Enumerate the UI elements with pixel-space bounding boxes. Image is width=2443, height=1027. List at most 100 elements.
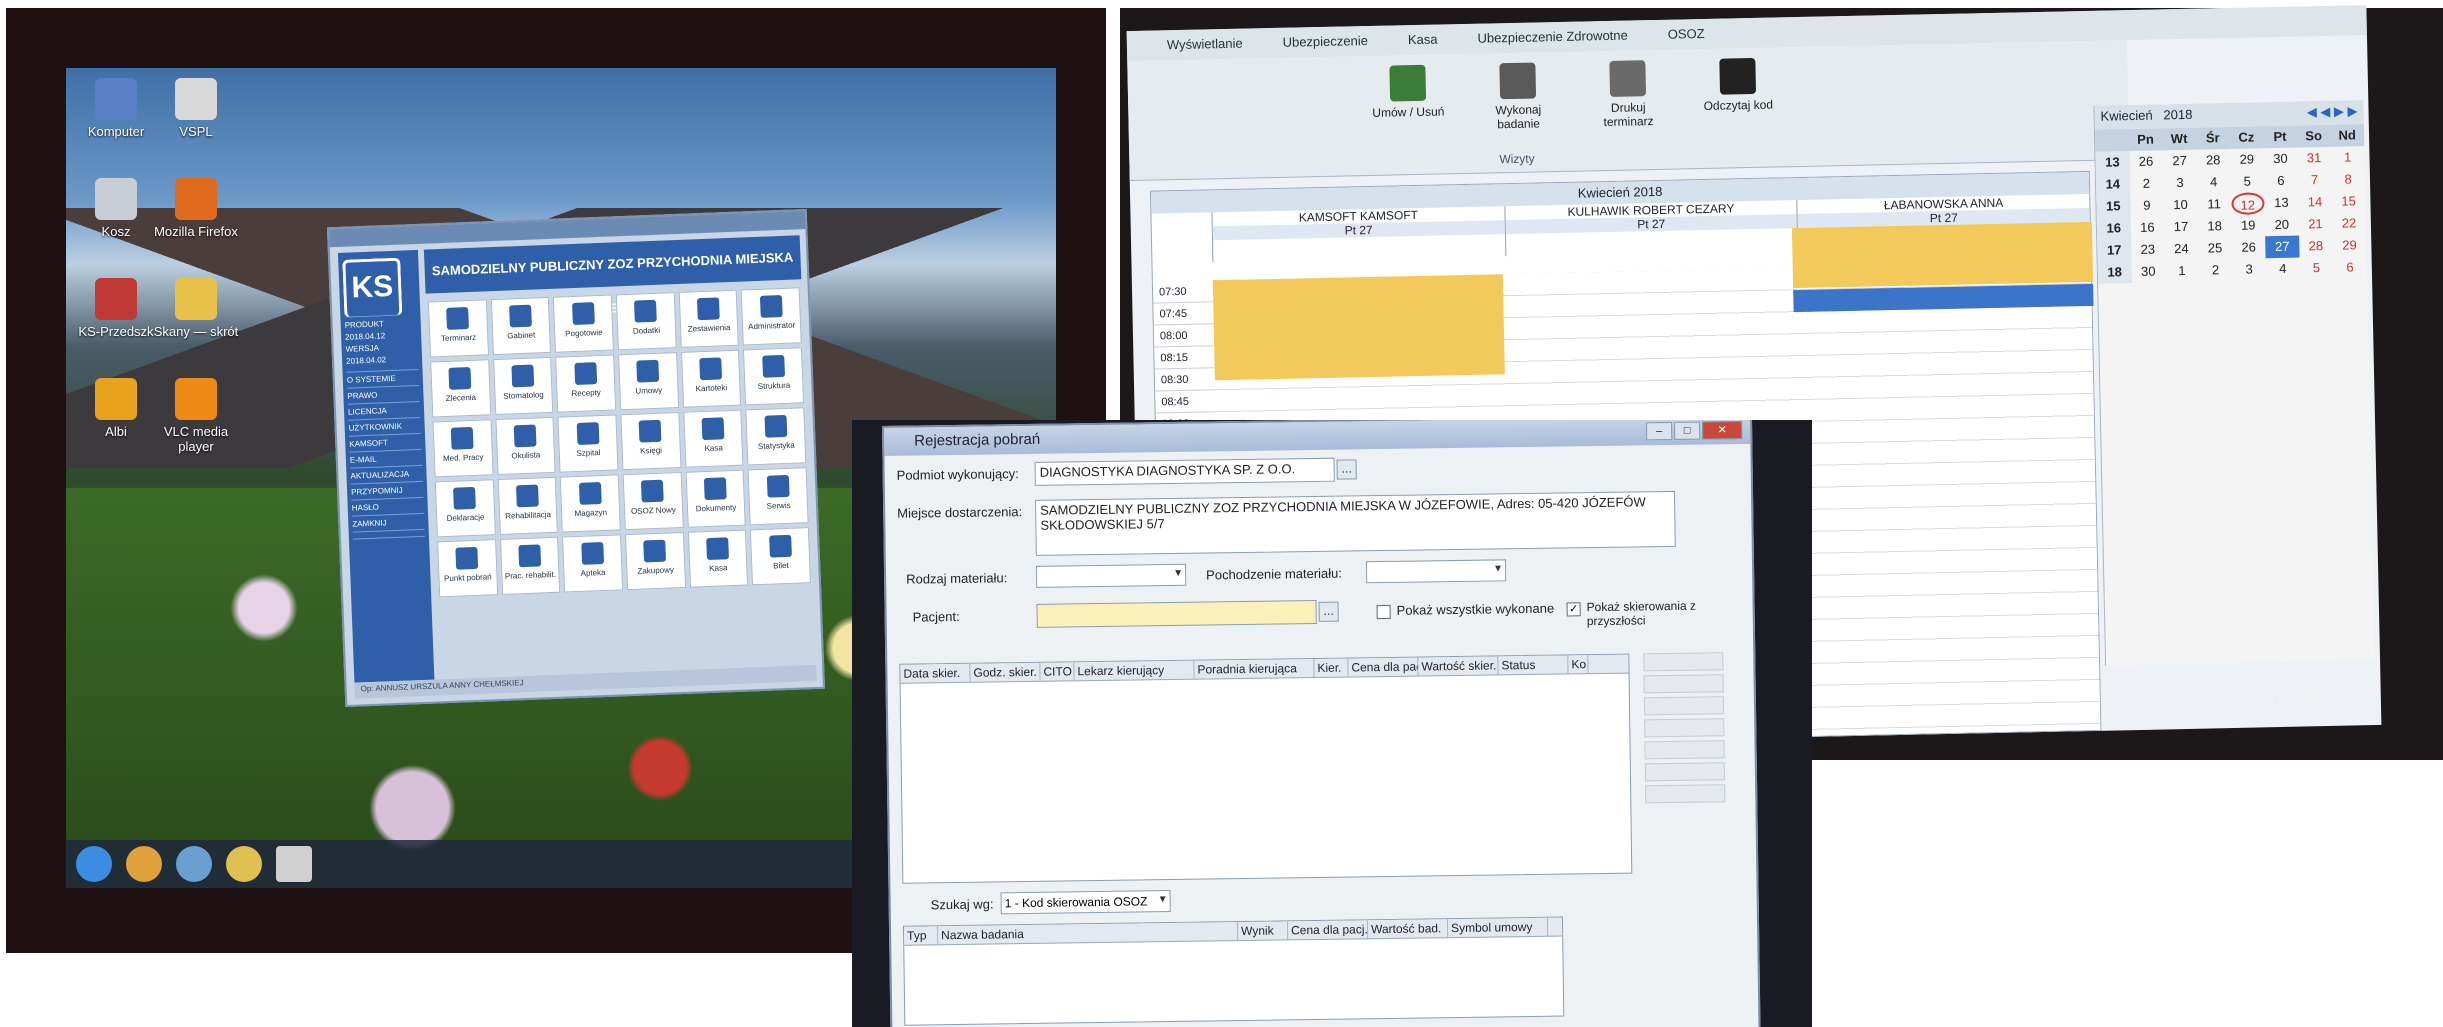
- calendar-day[interactable]: 28: [2196, 149, 2230, 172]
- side-menu-item[interactable]: PRAWO: [347, 388, 420, 405]
- action-button[interactable]: [1644, 718, 1725, 738]
- miejsce-field[interactable]: SAMODZIELNY PUBLICZNY ZOZ PRZYCHODNIA MI…: [1035, 490, 1676, 556]
- calendar-day[interactable]: 6: [2333, 256, 2367, 279]
- column-header[interactable]: Lekarz kierujący: [1074, 660, 1195, 681]
- module-tile[interactable]: Bilet: [750, 527, 811, 586]
- desktop-shortcut[interactable]: Skany — skrót: [146, 278, 246, 368]
- calendar-day[interactable]: 2: [2198, 259, 2232, 282]
- module-tile[interactable]: Magazyn: [560, 474, 621, 533]
- module-tile[interactable]: Statystyka: [745, 407, 807, 466]
- calendar-day[interactable]: 6: [2264, 170, 2298, 193]
- desktop-shortcut[interactable]: VLC media player: [146, 378, 246, 468]
- calendar-day[interactable]: 22: [2332, 212, 2366, 235]
- calendar-day[interactable]: 30: [2263, 148, 2297, 171]
- minimize-button[interactable]: –: [1646, 421, 1673, 441]
- calendar-day[interactable]: 26: [2232, 236, 2266, 259]
- calendar-day[interactable]: 27: [2163, 150, 2197, 173]
- dialog-titlebar[interactable]: Rejestracja pobrań – □ ✕: [884, 420, 1751, 456]
- tests-table[interactable]: Typ Nazwa badania Wynik Cena dla pacj. Warto…: [902, 916, 1565, 1026]
- side-menu-item[interactable]: AKTUALIZACJA: [350, 468, 423, 485]
- desktop-shortcut[interactable]: Mozilla Firefox: [146, 178, 246, 268]
- calendar-day[interactable]: 30: [2131, 260, 2165, 283]
- calendar-day[interactable]: 23: [2131, 238, 2165, 261]
- module-tile[interactable]: OSOZ Nowy: [622, 471, 684, 531]
- calendar-day[interactable]: 11: [2197, 193, 2231, 216]
- calendar-day[interactable]: 26: [2129, 150, 2163, 173]
- media-icon[interactable]: [126, 846, 162, 882]
- calendar-day[interactable]: 15: [2332, 190, 2366, 213]
- desktop-shortcut[interactable]: VSPL: [146, 78, 246, 168]
- calendar-day[interactable]: 20: [2265, 214, 2299, 237]
- column-header[interactable]: Godz. skier.: [970, 662, 1041, 682]
- column-header[interactable]: Cena dla pacj.: [1348, 657, 1419, 677]
- maximize-button[interactable]: □: [1674, 421, 1701, 440]
- side-menu-item[interactable]: O SYSTEMIE: [346, 372, 420, 389]
- side-menu-item[interactable]: HASŁO: [351, 500, 425, 517]
- module-tile[interactable]: Zakupowy: [624, 531, 686, 591]
- calendar-day[interactable]: 18: [2198, 215, 2232, 238]
- module-tile[interactable]: Stomatolog: [492, 356, 554, 416]
- ks-app-window[interactable]: KS PRODUKT 2018.04.12 WERSJA 2018.04.02 O S…: [326, 208, 826, 708]
- pacjent-field[interactable]: [1036, 599, 1317, 628]
- side-menu-item[interactable]: E-MAIL: [349, 452, 423, 469]
- module-tile[interactable]: Apteka: [562, 534, 624, 593]
- column-header[interactable]: Wartość skier.: [1418, 656, 1499, 676]
- booked-slot[interactable]: [1791, 221, 2094, 289]
- calendar-day[interactable]: 31: [2297, 147, 2331, 170]
- menu-item[interactable]: Wyświetlanie: [1167, 29, 1243, 61]
- module-tile[interactable]: Kartoteki: [680, 349, 742, 408]
- calendar-day[interactable]: 13: [2264, 192, 2298, 215]
- podmiot-field[interactable]: DIAGNOSTYKA DIAGNOSTYKA SP. Z O.O.: [1034, 457, 1335, 486]
- pochodzenie-dropdown[interactable]: [1365, 559, 1507, 584]
- module-tile[interactable]: Punkt pobrań: [437, 539, 498, 598]
- calendar-day[interactable]: 4: [2197, 171, 2231, 194]
- action-button[interactable]: [1643, 652, 1724, 672]
- rodzaj-dropdown[interactable]: [1035, 563, 1187, 588]
- action-button[interactable]: [1644, 740, 1725, 760]
- module-tile[interactable]: Administrator: [740, 287, 802, 346]
- module-tile[interactable]: Dodatki: [615, 292, 677, 351]
- calendar-day[interactable]: 16: [2130, 216, 2164, 239]
- module-tile[interactable]: Terminarz: [427, 299, 489, 358]
- menu-item[interactable]: Kasa: [1408, 25, 1438, 56]
- calendar-day[interactable]: 7: [2298, 169, 2332, 192]
- calendar-day[interactable]: 21: [2298, 213, 2332, 236]
- module-tile[interactable]: Med. Pracy: [432, 419, 494, 478]
- menu-item[interactable]: Ubezpieczenie: [1282, 26, 1368, 58]
- calendar-day[interactable]: 14: [2298, 191, 2332, 214]
- notes-icon[interactable]: [276, 846, 312, 882]
- calendar-day[interactable]: 28: [2299, 235, 2333, 258]
- calendar-day[interactable]: 25: [2198, 237, 2232, 260]
- calendar-day[interactable]: 9: [2130, 194, 2164, 217]
- referrals-table[interactable]: Data skier. Godz. skier. CITO Lekarz kieruj…: [899, 653, 1633, 884]
- module-tile[interactable]: Kasa: [687, 529, 749, 588]
- column-header[interactable]: Data skier.: [900, 663, 971, 683]
- calendar-day[interactable]: 8: [2331, 168, 2365, 191]
- nav-arrows-icon[interactable]: ◀ ◀ ▶ ▶: [2307, 103, 2358, 120]
- side-menu-item[interactable]: PRZYPOMNIJ: [350, 484, 424, 501]
- side-menu-item[interactable]: UŻYTKOWNIK: [348, 420, 421, 437]
- ribbon-button[interactable]: Drukuj terminarz: [1587, 60, 1668, 130]
- selected-slot[interactable]: [1793, 283, 2094, 313]
- szukaj-dropdown[interactable]: 1 - Kod skierowania OSOZ: [1000, 890, 1171, 915]
- module-tile[interactable]: Kasa: [682, 409, 744, 468]
- calendar-day[interactable]: 1: [2331, 146, 2365, 169]
- menu-item[interactable]: OSOZ: [1667, 19, 1705, 50]
- calendar-day[interactable]: 27: [2265, 235, 2300, 259]
- calendar-day[interactable]: 12: [2230, 192, 2265, 215]
- calendar-day[interactable]: 10: [2163, 194, 2197, 217]
- menu-item[interactable]: Ubezpieczenie Zdrowotne: [1477, 21, 1628, 54]
- action-button[interactable]: [1645, 784, 1726, 804]
- module-tile[interactable]: Gabinet: [490, 296, 552, 356]
- side-menu-item[interactable]: KAMSOFT: [349, 436, 422, 453]
- ribbon-button[interactable]: Umów / Usuń: [1367, 64, 1448, 120]
- calendar-day[interactable]: 29: [2333, 234, 2367, 257]
- show-all-checkbox[interactable]: [1376, 604, 1391, 620]
- start-icon[interactable]: [76, 846, 112, 882]
- booked-slot[interactable]: [1212, 274, 1505, 381]
- module-tile[interactable]: Umowy: [618, 352, 679, 411]
- calendar-day[interactable]: 5: [2230, 170, 2264, 193]
- column-header[interactable]: Kier.: [1314, 658, 1349, 677]
- module-tile[interactable]: Zlecenia: [430, 359, 491, 418]
- calendar-day[interactable]: 17: [2164, 216, 2198, 239]
